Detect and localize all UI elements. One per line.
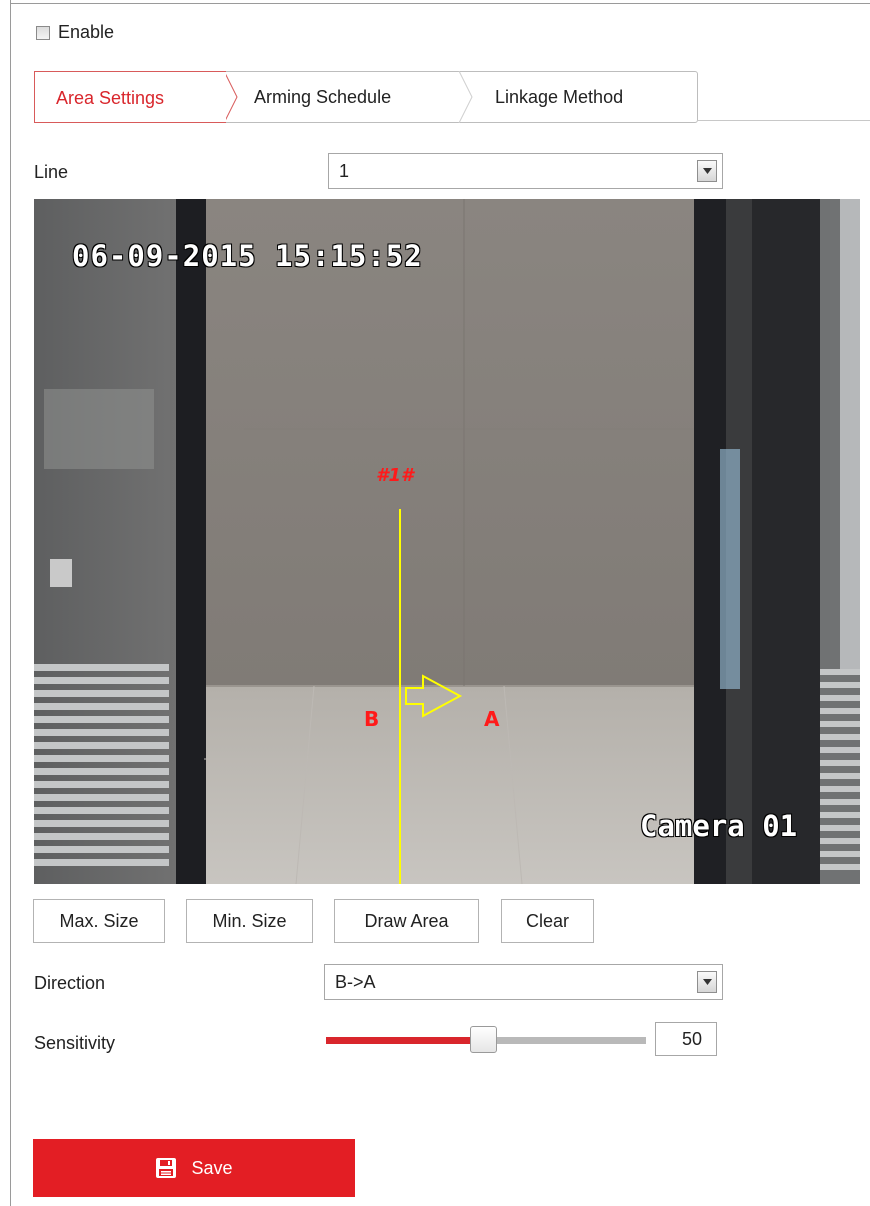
sensitivity-slider-handle[interactable] xyxy=(470,1026,497,1053)
save-label: Save xyxy=(191,1157,233,1178)
camera-scene xyxy=(34,199,860,884)
panel-left-border xyxy=(10,0,11,1206)
tab-arming-schedule[interactable]: Arming Schedule xyxy=(238,71,460,123)
line-label: Line xyxy=(34,162,69,182)
tab-area-settings-label: Area Settings xyxy=(56,88,165,108)
enable-row: Enable xyxy=(36,22,114,43)
sensitivity-slider-fill[interactable] xyxy=(326,1037,486,1044)
min-size-button[interactable]: Min. Size xyxy=(186,899,313,943)
tab-arming-schedule-label: Arming Schedule xyxy=(254,87,392,107)
draw-area-button[interactable]: Draw Area xyxy=(334,899,479,943)
line-select-value: 1 xyxy=(339,161,350,181)
clear-button[interactable]: Clear xyxy=(501,899,594,943)
osd-timestamp: 06-09-2015 15:15:52 xyxy=(72,239,423,273)
sensitivity-value-field[interactable]: 50 xyxy=(655,1022,717,1056)
sensitivity-slider-track[interactable] xyxy=(486,1037,646,1044)
tab-linkage-method[interactable]: Linkage Method xyxy=(474,71,698,123)
osd-camera-name: Camera 01 xyxy=(640,809,798,843)
save-button[interactable]: Save xyxy=(33,1139,355,1197)
sensitivity-label: Sensitivity xyxy=(34,1033,116,1053)
max-size-button[interactable]: Max. Size xyxy=(33,899,165,943)
chevron-down-icon[interactable] xyxy=(697,971,717,993)
panel-top-border xyxy=(10,3,870,4)
tab-bar-baseline xyxy=(697,120,870,121)
side-b-label: B xyxy=(364,707,380,731)
chevron-down-icon[interactable] xyxy=(697,160,717,182)
tab-area-settings[interactable]: Area Settings xyxy=(34,71,226,123)
line-select[interactable]: 1 xyxy=(328,153,723,189)
enable-checkbox[interactable] xyxy=(36,25,50,40)
floppy-disk-icon xyxy=(155,1157,177,1179)
direction-select-value: B->A xyxy=(335,972,376,992)
tab-linkage-method-label: Linkage Method xyxy=(495,87,624,107)
enable-label: Enable xyxy=(58,22,115,42)
line-id-label: #1# xyxy=(376,465,414,486)
direction-select[interactable]: B->A xyxy=(324,964,723,1000)
side-a-label: A xyxy=(484,707,500,731)
direction-label: Direction xyxy=(34,973,106,993)
video-preview[interactable]: 06-09-2015 15:15:52 Camera 01 #1# B A xyxy=(34,199,860,884)
